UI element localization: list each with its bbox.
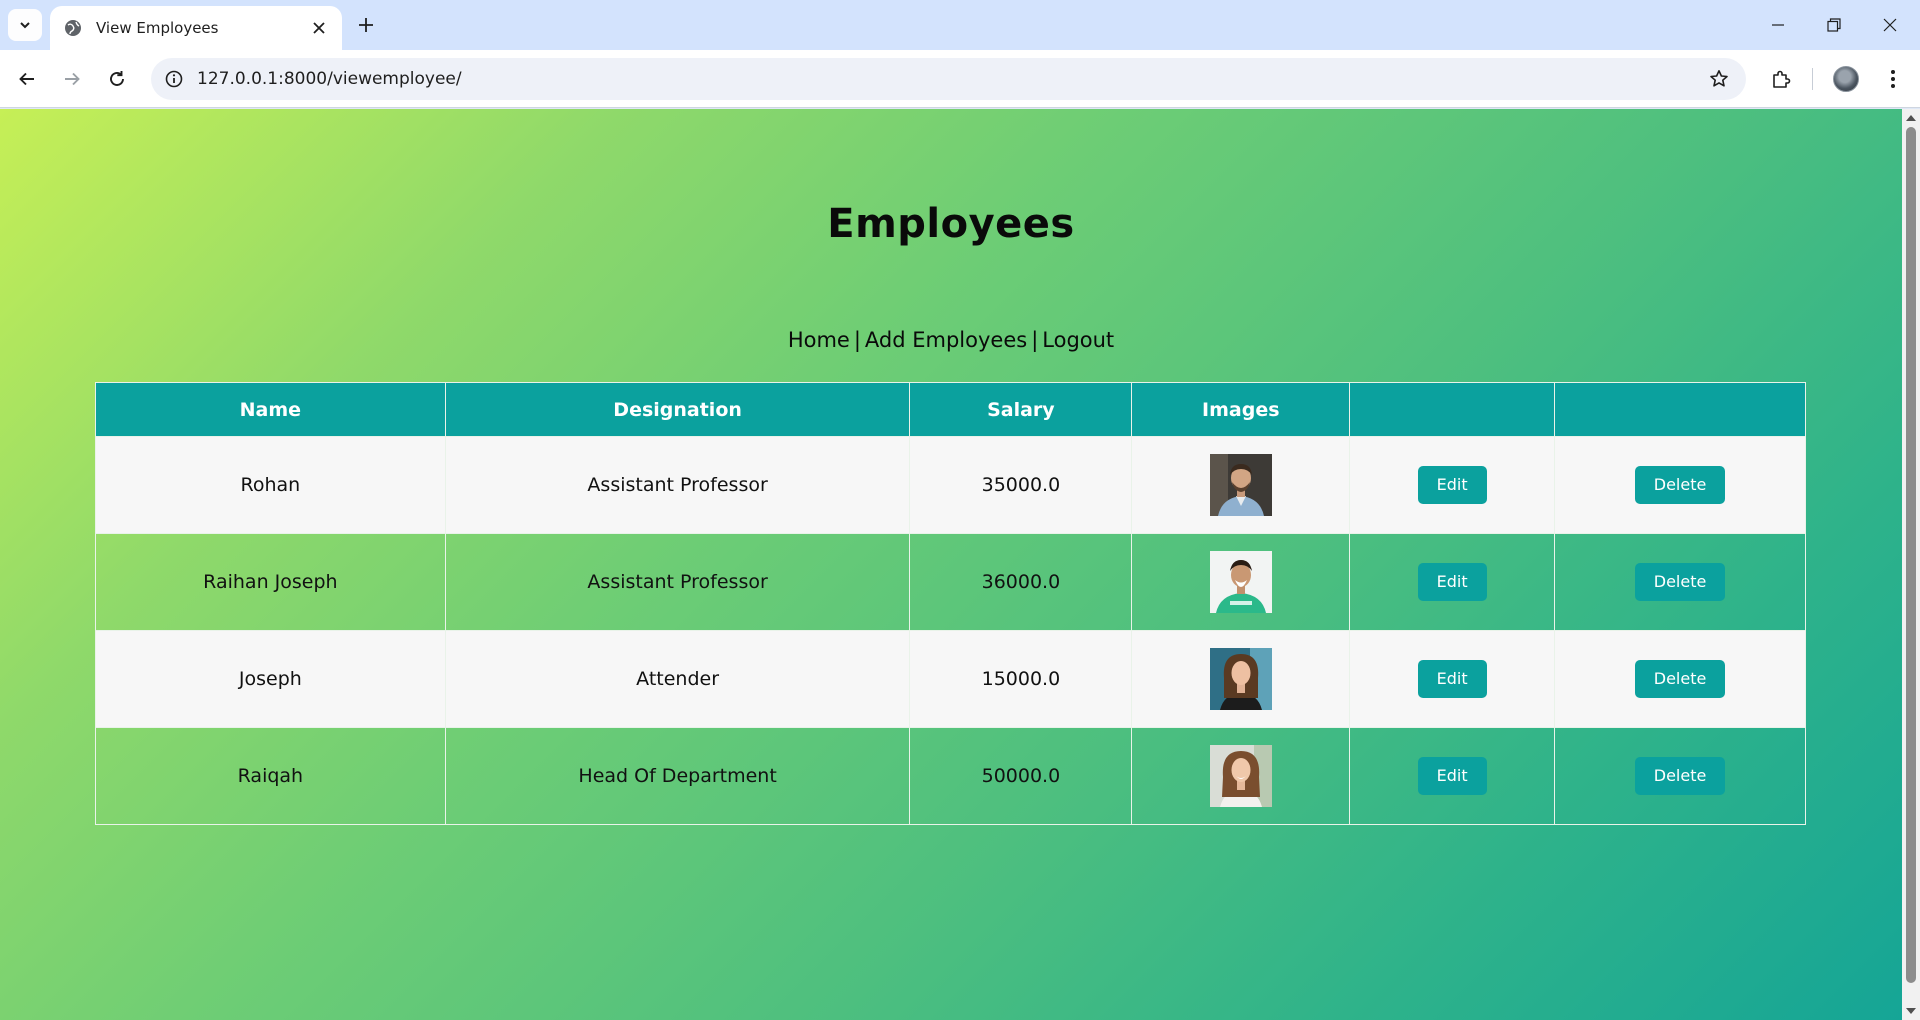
menu-button[interactable] [1876, 62, 1910, 96]
edit-cell: Edit [1349, 533, 1556, 631]
reload-button[interactable] [100, 62, 134, 96]
delete-button[interactable]: Delete [1634, 660, 1726, 698]
employee-salary: 36000.0 [909, 533, 1133, 631]
column-header-images: Images [1131, 382, 1351, 437]
table-row: Rohan Assistant Professor 35000.0 Edit D… [95, 436, 1806, 534]
close-icon [313, 22, 325, 34]
restore-icon [1827, 18, 1841, 32]
column-header-delete [1554, 382, 1806, 437]
nav-separator: | [1031, 328, 1039, 352]
employee-name: Rohan [95, 436, 446, 534]
employee-photo [1209, 551, 1272, 613]
scroll-up-icon[interactable] [1906, 113, 1916, 123]
employee-designation: Attender [444, 630, 911, 728]
url-text[interactable]: 127.0.0.1:8000/viewemployee/ [197, 69, 462, 89]
extensions-button[interactable] [1764, 62, 1798, 96]
edit-button[interactable]: Edit [1417, 466, 1487, 504]
page-nav: Home | Add Employees | Logout [0, 328, 1902, 352]
delete-cell: Delete [1554, 436, 1806, 534]
page-viewport: Employees Home | Add Employees | Logout Name… [0, 109, 1902, 1020]
new-tab-button[interactable] [352, 11, 380, 39]
table-row: Raihan Joseph Assistant Professor 36000.… [95, 533, 1806, 631]
avatar [1833, 66, 1859, 92]
page-scrollbar[interactable] [1902, 109, 1920, 1020]
column-header-designation: Designation [444, 382, 911, 437]
employee-photo [1209, 648, 1272, 710]
column-header-salary: Salary [909, 382, 1133, 437]
edit-cell: Edit [1349, 630, 1556, 728]
employee-name: Raihan Joseph [95, 533, 446, 631]
tab-search-button[interactable] [8, 9, 42, 41]
toolbar-separator [1812, 68, 1813, 90]
globe-icon [65, 20, 81, 36]
delete-cell: Delete [1554, 533, 1806, 631]
site-info-icon[interactable] [163, 68, 185, 90]
employee-name: Joseph [95, 630, 446, 728]
add-employees-link[interactable]: Add Employees [865, 328, 1027, 352]
scroll-down-icon[interactable] [1906, 1006, 1916, 1016]
tab-close-button[interactable] [308, 17, 330, 39]
employee-photo [1209, 454, 1272, 516]
browser-tab-strip: View Employees [0, 0, 1920, 50]
column-header-edit [1349, 382, 1556, 437]
logout-link[interactable]: Logout [1042, 328, 1114, 352]
employee-image-cell [1131, 727, 1351, 825]
more-vertical-icon [1891, 70, 1895, 88]
table-row: Joseph Attender 15000.0 Edit Delete [95, 630, 1806, 728]
window-close-button[interactable] [1862, 10, 1918, 40]
employee-salary: 35000.0 [909, 436, 1133, 534]
employee-designation: Head Of Department [444, 727, 911, 825]
delete-cell: Delete [1554, 630, 1806, 728]
table-row: Raiqah Head Of Department 50000.0 Edit D… [95, 727, 1806, 825]
arrow-right-icon [65, 72, 80, 86]
employee-image-cell [1131, 436, 1351, 534]
puzzle-icon [1773, 70, 1791, 88]
restore-button[interactable] [1806, 10, 1862, 40]
edit-button[interactable]: Edit [1417, 563, 1487, 601]
browser-toolbar: 127.0.0.1:8000/viewemployee/ [0, 50, 1920, 108]
reload-icon [110, 71, 124, 86]
address-bar[interactable]: 127.0.0.1:8000/viewemployee/ [151, 58, 1746, 100]
edit-cell: Edit [1349, 727, 1556, 825]
scrollbar-thumb[interactable] [1906, 127, 1916, 983]
employee-image-cell [1131, 630, 1351, 728]
delete-button[interactable]: Delete [1634, 757, 1726, 795]
delete-button[interactable]: Delete [1634, 466, 1726, 504]
employee-designation: Assistant Professor [444, 533, 911, 631]
employee-photo [1209, 745, 1272, 807]
chevron-down-icon [20, 22, 30, 29]
employee-image-cell [1131, 533, 1351, 631]
plus-icon [359, 18, 373, 32]
bookmark-star-icon[interactable] [1708, 68, 1730, 90]
back-button[interactable] [10, 62, 44, 96]
delete-button[interactable]: Delete [1634, 563, 1726, 601]
column-header-name: Name [95, 382, 446, 437]
page-title: Employees [827, 201, 1075, 247]
profile-button[interactable] [1829, 62, 1863, 96]
edit-button[interactable]: Edit [1417, 757, 1487, 795]
minimize-button[interactable] [1750, 10, 1806, 40]
edit-button[interactable]: Edit [1417, 660, 1487, 698]
tab-title: View Employees [96, 19, 219, 37]
employee-salary: 50000.0 [909, 727, 1133, 825]
close-icon [1883, 18, 1897, 32]
browser-tab-active[interactable]: View Employees [50, 6, 342, 50]
employees-table: Name Designation Salary Images Rohan Ass… [95, 382, 1806, 825]
home-link[interactable]: Home [788, 328, 850, 352]
edit-cell: Edit [1349, 436, 1556, 534]
employee-salary: 15000.0 [909, 630, 1133, 728]
employee-name: Raiqah [95, 727, 446, 825]
forward-button[interactable] [55, 62, 89, 96]
arrow-left-icon [19, 72, 34, 86]
minimize-icon [1772, 24, 1784, 26]
delete-cell: Delete [1554, 727, 1806, 825]
table-header-row: Name Designation Salary Images [95, 382, 1806, 437]
employee-designation: Assistant Professor [444, 436, 911, 534]
nav-separator: | [853, 328, 861, 352]
